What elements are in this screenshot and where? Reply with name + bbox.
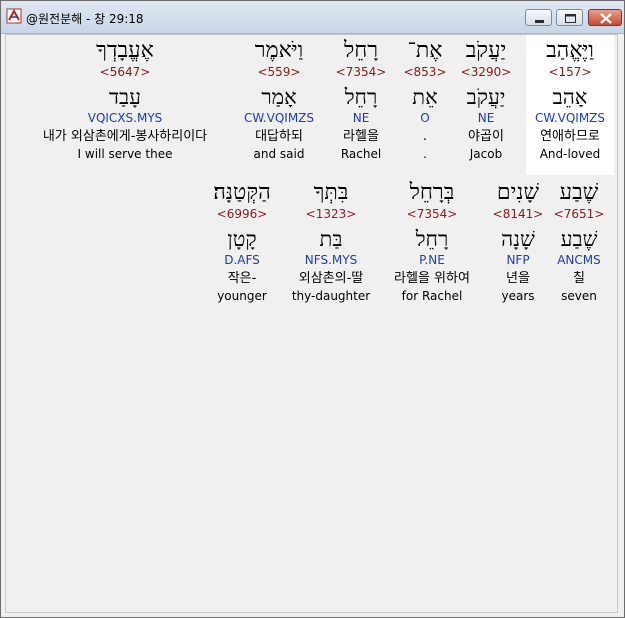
strong-number: <7354>	[335, 65, 387, 79]
word-column[interactable]: שָׁנִים <8141> שָׁנָה NFP 년을 years	[488, 180, 548, 304]
parsing-code: CW.VQIMZS	[243, 111, 315, 125]
english-gloss: younger	[217, 289, 267, 303]
lemma: קָטָן	[227, 227, 257, 251]
lemma: עָבַד	[108, 85, 142, 109]
minimize-button[interactable]	[525, 9, 552, 26]
minimize-icon	[535, 20, 544, 23]
parsing-code: NFP	[506, 253, 530, 267]
strong-number: <3290>	[460, 65, 512, 79]
lemma: רָחֵל	[415, 227, 449, 251]
korean-gloss: 야곱이	[468, 129, 504, 144]
hebrew-word: יַעֲקֹב	[465, 38, 507, 63]
hebrew-word: הַקְּטַנָּה׃	[213, 180, 271, 205]
interlinear-panel: וַיֶּאֱהַב <157> אָהֵב CW.VQIMZS 연애하므로 A…	[5, 34, 618, 613]
word-column[interactable]: יַעֲקֹב <3290> יַעֲקֹב NE 야곱이 Jacob	[454, 38, 518, 162]
hebrew-word: רָחֵל	[343, 38, 379, 63]
lemma: שָׁנָה	[501, 227, 535, 251]
word-column[interactable]: וַיֹּאמֶר <559> אָמַר CW.VQIMZS 대답하되 and…	[234, 38, 324, 162]
app-logo-icon	[6, 8, 22, 24]
word-column[interactable]: הַקְּטַנָּה׃ <6996> קָטָן D.AFS 작은- youn…	[202, 180, 282, 304]
hebrew-word: אֶת־	[407, 38, 443, 63]
hebrew-word: וַיֹּאמֶר	[254, 38, 304, 63]
english-gloss: and said	[253, 147, 305, 161]
parsing-code: VQICXS.MYS	[87, 111, 163, 125]
word-column[interactable]: שֶׁבַע <7651> שֶׁבַע ANCMS 칠 seven	[548, 180, 610, 304]
word-column[interactable]: רָחֵל <7354> רָחֵל NE 라헬을 Rachel	[330, 38, 392, 162]
lemma: יַעֲקֹב	[466, 85, 506, 109]
korean-gloss: 연애하므로	[540, 129, 600, 144]
title-bar[interactable]: @원전분해 - 창 29:18	[1, 1, 624, 34]
parsing-code: D.AFS	[224, 253, 260, 267]
korean-gloss: 칠	[573, 271, 585, 286]
parsing-code: NFS.MYS	[304, 253, 358, 267]
lemma: אָמַר	[261, 85, 297, 109]
korean-gloss: 외삼촌의-딸	[298, 271, 364, 286]
parsing-code: ANCMS	[557, 253, 601, 267]
korean-gloss: 라헬을	[343, 129, 379, 144]
english-gloss: years	[501, 289, 535, 303]
parsing-code: NE	[352, 111, 370, 125]
word-column[interactable]: בְּרָחֵל <7354> רָחֵל P.NE 라헬을 위하여 for R…	[380, 180, 484, 304]
app-window: @원전분해 - 창 29:18 וַיֶּאֱהַב <157> אָהֵב C…	[0, 0, 625, 618]
parsing-code: CW.VQIMZS	[534, 111, 606, 125]
english-gloss: Jacob	[469, 147, 503, 161]
strong-number: <559>	[257, 65, 301, 79]
strong-number: <7651>	[553, 207, 605, 221]
maximize-button[interactable]	[556, 9, 583, 26]
korean-gloss: 년을	[506, 271, 530, 286]
korean-gloss: .	[422, 129, 428, 144]
close-button[interactable]	[588, 9, 622, 26]
strong-number: <157>	[548, 65, 592, 79]
strong-number: <6996>	[216, 207, 268, 221]
strong-number: <7354>	[406, 207, 458, 221]
lemma: אָהֵב	[552, 85, 588, 109]
maximize-icon	[565, 14, 576, 23]
hebrew-word: אֶעֱבָדְךָ	[96, 38, 154, 63]
korean-gloss: 작은-	[227, 271, 257, 286]
hebrew-word: שָׁנִים	[496, 180, 540, 205]
close-icon	[600, 13, 612, 24]
lemma: אֵת	[412, 85, 438, 109]
hebrew-word: בְּרָחֵל	[409, 180, 455, 205]
word-column[interactable]: בִּתְּךָ <1323> בַּת NFS.MYS 외삼촌의-딸 thy-…	[288, 180, 374, 304]
korean-gloss: 내가 외삼촌에게-봉사하리이다	[42, 129, 208, 144]
strong-number: <1323>	[305, 207, 357, 221]
lemma: רָחֵל	[344, 85, 378, 109]
strong-number: <8141>	[492, 207, 544, 221]
english-gloss: seven	[561, 289, 597, 303]
parsing-code: P.NE	[419, 253, 445, 267]
english-gloss: And-loved	[539, 147, 601, 161]
english-gloss: I will serve thee	[77, 147, 173, 161]
english-gloss: Rachel	[340, 147, 382, 161]
strong-number: <853>	[403, 65, 447, 79]
parsing-code: O	[420, 111, 430, 125]
korean-gloss: 라헬을 위하여	[394, 271, 470, 286]
window-title: @원전분해 - 창 29:18	[26, 12, 144, 26]
korean-gloss: 대답하되	[255, 129, 303, 144]
word-column[interactable]: אֶעֱבָדְךָ <5647> עָבַד VQICXS.MYS 내가 외삼…	[20, 38, 230, 162]
parsing-code: NE	[477, 111, 495, 125]
english-gloss: .	[423, 147, 427, 161]
hebrew-word: וַיֶּאֱהַב	[546, 38, 594, 63]
lemma: שֶׁבַע	[560, 227, 598, 251]
strong-number: <5647>	[99, 65, 151, 79]
word-column[interactable]: אֶת־ <853> אֵת O . .	[398, 38, 452, 162]
word-column[interactable]: וַיֶּאֱהַב <157> אָהֵב CW.VQIMZS 연애하므로 A…	[529, 38, 611, 162]
english-gloss: thy-daughter	[291, 289, 371, 303]
lemma: בַּת	[319, 227, 343, 251]
hebrew-word: בִּתְּךָ	[313, 180, 349, 205]
english-gloss: for Rachel	[401, 289, 463, 303]
hebrew-word: שֶׁבַע	[559, 180, 599, 205]
